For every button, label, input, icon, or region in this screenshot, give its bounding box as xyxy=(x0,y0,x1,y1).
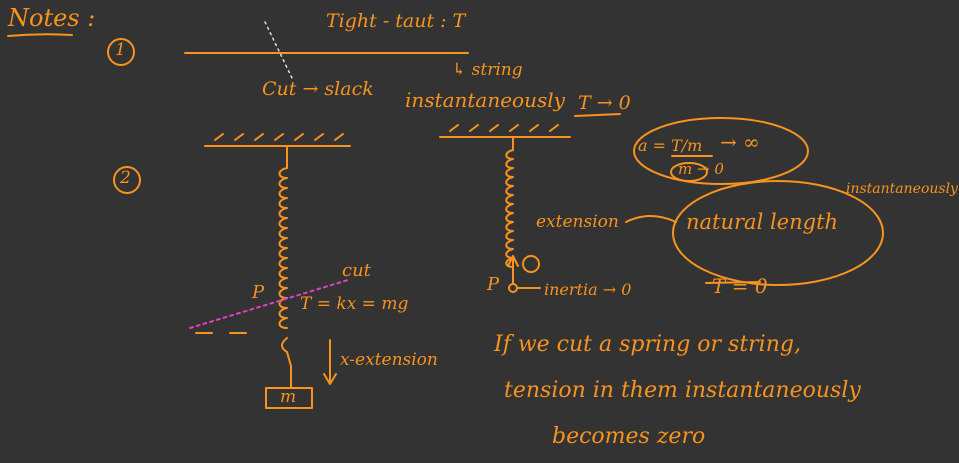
cut-dotted-line xyxy=(264,21,293,79)
marker-two: 2 xyxy=(120,168,131,188)
m-to-zero-label: m → 0 xyxy=(678,160,724,178)
restoring-marker xyxy=(522,255,540,273)
acceleration-label: a = T/m xyxy=(638,136,703,155)
point-p-left: P xyxy=(252,282,265,303)
cut-label: cut xyxy=(342,260,371,281)
inertia-label: inertia → 0 xyxy=(544,280,632,299)
right-spring-coil xyxy=(505,149,514,268)
instantaneously-right: instantaneously xyxy=(846,181,958,197)
infinity-label: → ∞ xyxy=(720,130,760,154)
extension-arrow-to-natural xyxy=(625,215,677,223)
conclusion-line-2: tension in them instantaneously xyxy=(504,378,861,403)
natural-length-label: natural length xyxy=(686,210,839,234)
right-ceiling-hatch xyxy=(449,124,559,132)
instantaneously-label: instantaneously xyxy=(405,88,565,112)
tension-equation: T = kx = mg xyxy=(300,294,409,314)
mass-label: m xyxy=(280,387,297,407)
t-equals-zero: T = 0 xyxy=(712,274,768,298)
tight-taut-label: Tight - taut : T xyxy=(326,10,466,32)
x-extension-label: x-extension xyxy=(340,350,438,370)
conclusion-line-3: becomes zero xyxy=(552,424,706,449)
t-to-zero-label: T → 0 xyxy=(578,92,631,114)
conclusion-line-1: If we cut a spring or string, xyxy=(494,332,801,357)
point-p-dot xyxy=(508,283,518,293)
cut-slack-label: Cut → slack xyxy=(262,78,374,100)
notes-title: Notes : xyxy=(8,4,96,32)
left-spring-lower xyxy=(281,337,292,367)
left-ceiling-hatch xyxy=(214,133,344,141)
point-p-right: P xyxy=(487,274,500,295)
whiteboard-canvas: Notes : 1 2 Tight - taut : T Cut → slack… xyxy=(0,0,959,463)
marker-one: 1 xyxy=(115,40,126,60)
left-spring-coil xyxy=(278,167,288,329)
instant-arrow-line xyxy=(574,113,621,117)
title-underline xyxy=(7,33,73,37)
extension-label: extension xyxy=(536,212,619,232)
string-label: ↳ string xyxy=(452,60,523,80)
